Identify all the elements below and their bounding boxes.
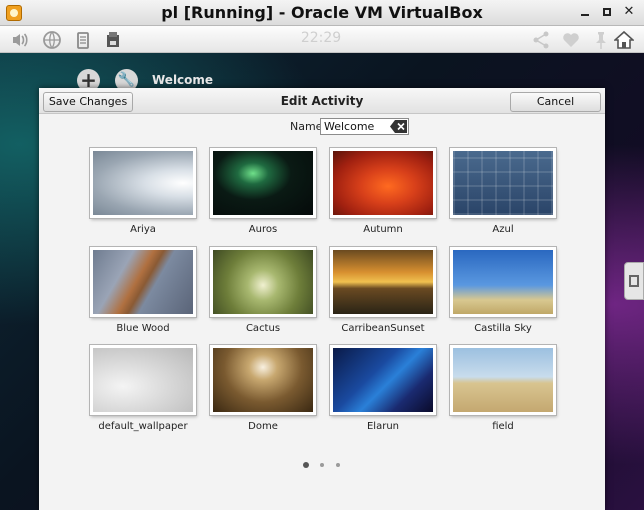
wallpaper-tile-ariya[interactable]: Ariya xyxy=(90,148,196,235)
window-title: pl [Running] - Oracle VM VirtualBox xyxy=(161,3,483,22)
wallpaper-label: Cactus xyxy=(245,323,281,334)
wallpaper-tile-castilla-sky[interactable]: Castilla Sky xyxy=(450,247,556,334)
storage-icon[interactable] xyxy=(103,30,123,50)
heart-icon[interactable] xyxy=(561,30,581,50)
wallpaper-label: Blue Wood xyxy=(116,323,170,334)
home-icon[interactable] xyxy=(614,30,634,50)
save-changes-button[interactable]: Save Changes xyxy=(43,92,133,112)
guest-status-bar: 22:29 xyxy=(0,26,644,53)
minimize-button[interactable] xyxy=(578,5,592,19)
wallpaper-tile-dome[interactable]: Dome xyxy=(210,345,316,432)
maximize-button[interactable] xyxy=(600,5,614,19)
wallpaper-label: Auros xyxy=(248,224,278,235)
wallpaper-tile-elarun[interactable]: Elarun xyxy=(330,345,436,432)
wallpaper-thumbnail xyxy=(210,148,316,218)
wallpaper-thumbnail xyxy=(210,247,316,317)
pin-icon[interactable] xyxy=(591,30,611,50)
page-indicator xyxy=(302,461,352,471)
wallpaper-label: CarribeanSunset xyxy=(341,323,425,334)
clear-text-icon[interactable] xyxy=(390,120,407,133)
network-icon[interactable] xyxy=(42,30,62,50)
wallpaper-label: Autumn xyxy=(363,224,403,235)
dialog-header: Save Changes Edit Activity Cancel xyxy=(39,88,605,114)
wallpaper-tile-cactus[interactable]: Cactus xyxy=(210,247,316,334)
wallpaper-thumbnail xyxy=(330,148,436,218)
wallpaper-thumbnail xyxy=(450,247,556,317)
wallpaper-tile-autumn[interactable]: Autumn xyxy=(330,148,436,235)
volume-icon[interactable] xyxy=(10,30,30,50)
wallpaper-label: Ariya xyxy=(130,224,156,235)
wallpaper-label: default_wallpaper xyxy=(98,421,188,432)
page-dot[interactable] xyxy=(320,463,324,467)
page-dot[interactable] xyxy=(303,462,309,468)
window-titlebar: pl [Running] - Oracle VM VirtualBox ✕ xyxy=(0,0,644,26)
wallpaper-tile-blue-wood[interactable]: Blue Wood xyxy=(90,247,196,334)
wallpaper-thumbnail xyxy=(450,148,556,218)
clock: 22:29 xyxy=(300,30,342,46)
wallpaper-label: Dome xyxy=(248,421,278,432)
wallpaper-thumbnail xyxy=(90,247,196,317)
wallpaper-tile-default-wallpaper[interactable]: default_wallpaper xyxy=(90,345,196,432)
close-button[interactable]: ✕ xyxy=(622,5,636,19)
wallpaper-label: Elarun xyxy=(366,421,399,432)
side-panel-tab[interactable] xyxy=(624,262,644,300)
wallpaper-tile-field[interactable]: field xyxy=(450,345,556,432)
clipboard-icon[interactable] xyxy=(73,30,93,50)
wallpaper-thumbnail xyxy=(330,345,436,415)
maximize-icon xyxy=(603,8,611,16)
wallpaper-label: field xyxy=(492,421,514,432)
panel-icon xyxy=(629,275,639,287)
cancel-button[interactable]: Cancel xyxy=(510,92,601,112)
wallpaper-label: Castilla Sky xyxy=(474,323,532,334)
share-icon[interactable] xyxy=(531,30,551,50)
wallpaper-tile-azul[interactable]: Azul xyxy=(450,148,556,235)
wallpaper-tile-auros[interactable]: Auros xyxy=(210,148,316,235)
wallpaper-tile-carribeansunset[interactable]: CarribeanSunset xyxy=(330,247,436,334)
minimize-icon xyxy=(581,14,589,16)
wallpaper-thumbnail xyxy=(90,148,196,218)
page-dot[interactable] xyxy=(336,463,340,467)
activity-label: Welcome xyxy=(152,73,214,87)
wallpaper-thumbnail xyxy=(450,345,556,415)
edit-activity-dialog: Save Changes Edit Activity Cancel Name: … xyxy=(39,88,605,510)
wallpaper-thumbnail xyxy=(210,345,316,415)
wallpaper-thumbnail xyxy=(90,345,196,415)
dialog-title: Edit Activity xyxy=(280,94,364,108)
wallpaper-label: Azul xyxy=(492,224,514,235)
wallpaper-thumbnail xyxy=(330,247,436,317)
